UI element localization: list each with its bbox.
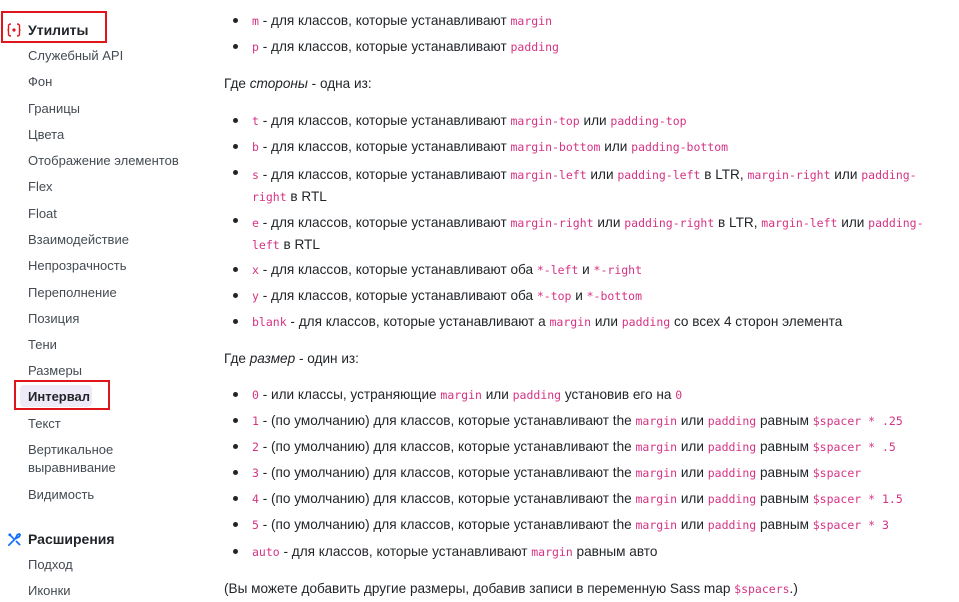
sidebar-item-interactions[interactable]: Взаимодействие	[28, 231, 129, 249]
sidebar-item-icons[interactable]: Иконки	[28, 582, 71, 600]
highlight-box	[1, 11, 107, 43]
sidebar-item-shadows[interactable]: Тени	[28, 336, 57, 354]
list-item: s - для классов, которые устанавливают m…	[233, 164, 942, 208]
sidebar-item-position[interactable]: Позиция	[28, 310, 79, 328]
sidebar-item-vertical-align[interactable]: Вертикальное выравнивание	[28, 441, 116, 477]
sidebar-item-overflow[interactable]: Переполнение	[28, 284, 117, 302]
list-item: 4 - (по умолчанию) для классов, которые …	[233, 490, 942, 508]
sidebar-item-opacity[interactable]: Непрозрачность	[28, 257, 127, 275]
sidebar-item-sizing[interactable]: Размеры	[28, 362, 82, 380]
list-item: 3 - (по умолчанию) для классов, которые …	[233, 464, 942, 482]
paragraph-sides: Где стороны - одна из:	[224, 76, 372, 91]
paragraph-footer: (Вы можете добавить другие размеры, доба…	[224, 581, 798, 596]
highlight-box	[14, 380, 110, 410]
list-item: x - для классов, которые устанавливают о…	[233, 261, 942, 279]
list-item: e - для классов, которые устанавливают m…	[233, 212, 942, 256]
sidebar-item-background[interactable]: Фон	[28, 73, 52, 91]
section-extensions[interactable]: Расширения	[6, 531, 115, 547]
sidebar-item-borders[interactable]: Границы	[28, 100, 80, 118]
sidebar-item-flex[interactable]: Flex	[28, 178, 53, 196]
sidebar-item-text[interactable]: Текст	[28, 415, 61, 433]
list-item: auto - для классов, которые устанавливаю…	[233, 543, 942, 561]
list-item: m - для классов, которые устанавливают m…	[233, 12, 942, 30]
list-item: p - для классов, которые устанавливают p…	[233, 38, 942, 56]
sidebar-item-visibility[interactable]: Видимость	[28, 486, 94, 504]
list-item: 2 - (по умолчанию) для классов, которые …	[233, 438, 942, 456]
list-item: t - для классов, которые устанавливают m…	[233, 112, 942, 130]
sidebar-item-display[interactable]: Отображение элементов	[28, 152, 179, 170]
sidebar-item-float[interactable]: Float	[28, 205, 57, 223]
sidebar-item-service-api[interactable]: Служебный API	[28, 47, 123, 65]
list-item: 1 - (по умолчанию) для классов, которые …	[233, 412, 942, 430]
sidebar-item-colors[interactable]: Цвета	[28, 126, 64, 144]
section-extensions-title: Расширения	[28, 531, 115, 547]
list-item: y - для классов, которые устанавливают о…	[233, 287, 942, 305]
sidebar-item-approach[interactable]: Подход	[28, 556, 73, 574]
tools-icon	[6, 531, 22, 547]
sidebar-nav: Утилиты Служебный API Фон Границы Цвета …	[0, 0, 200, 602]
list-item: 0 - или классы, устраняющие margin или p…	[233, 386, 942, 404]
list-item: b - для классов, которые устанавливают m…	[233, 138, 942, 156]
list-item: blank - для классов, которые устанавлива…	[233, 313, 942, 331]
list-item: 5 - (по умолчанию) для классов, которые …	[233, 516, 942, 534]
paragraph-size: Где размер - один из:	[224, 351, 359, 366]
